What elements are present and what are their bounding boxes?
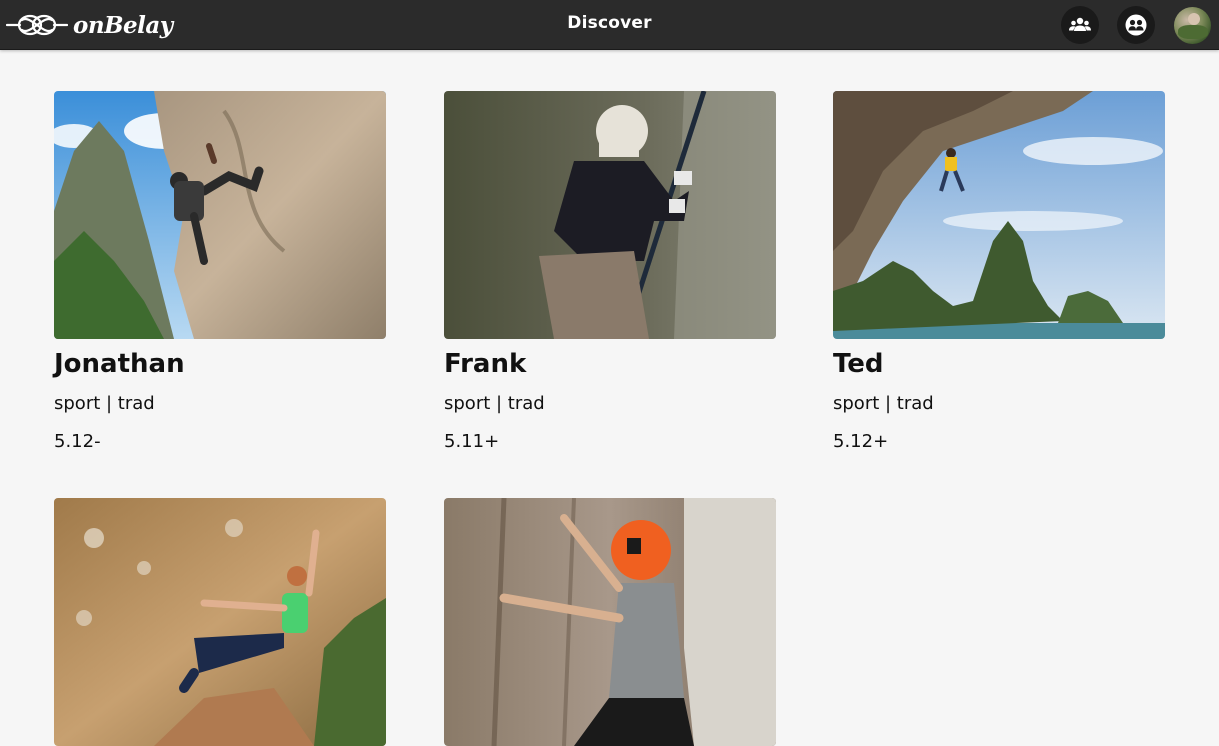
page-title: Discover (567, 13, 652, 33)
climbing-grade: 5.12- (54, 431, 101, 452)
climber-card-frank[interactable]: Frank sport | trad 5.11+ (444, 91, 776, 453)
climber-photo[interactable] (54, 498, 386, 746)
climber-card[interactable] (54, 498, 386, 746)
climbing-styles: sport | trad (54, 393, 155, 414)
partners-button[interactable] (1061, 6, 1099, 44)
handshake-icon (1125, 14, 1147, 36)
climbing-styles: sport | trad (444, 393, 545, 414)
climber-photo[interactable] (833, 91, 1165, 339)
climbing-grade: 5.11+ (444, 431, 500, 452)
matches-button[interactable] (1117, 6, 1155, 44)
climbing-grade: 5.12+ (833, 431, 889, 452)
group-icon (1069, 17, 1091, 31)
climber-name: Frank (444, 349, 527, 379)
climbing-photo-image (444, 91, 776, 339)
climber-card-ted[interactable]: Ted sport | trad 5.12+ (833, 91, 1165, 453)
climbing-photo-image (54, 91, 386, 339)
climbing-photo-image (444, 498, 776, 746)
climber-photo[interactable] (444, 91, 776, 339)
climbing-styles: sport | trad (833, 393, 934, 414)
climber-photo[interactable] (54, 91, 386, 339)
climber-card-jonathan[interactable]: Jonathan sport | trad 5.12- (54, 91, 386, 453)
climber-photo[interactable] (444, 498, 776, 746)
climbing-photo-image (54, 498, 386, 746)
profile-avatar[interactable] (1174, 7, 1211, 44)
climber-name: Jonathan (54, 349, 185, 379)
climber-name: Ted (833, 349, 884, 379)
climber-card[interactable] (444, 498, 776, 746)
top-navigation-bar: onBelay Discover (0, 0, 1219, 50)
climbing-photo-image (833, 91, 1165, 339)
